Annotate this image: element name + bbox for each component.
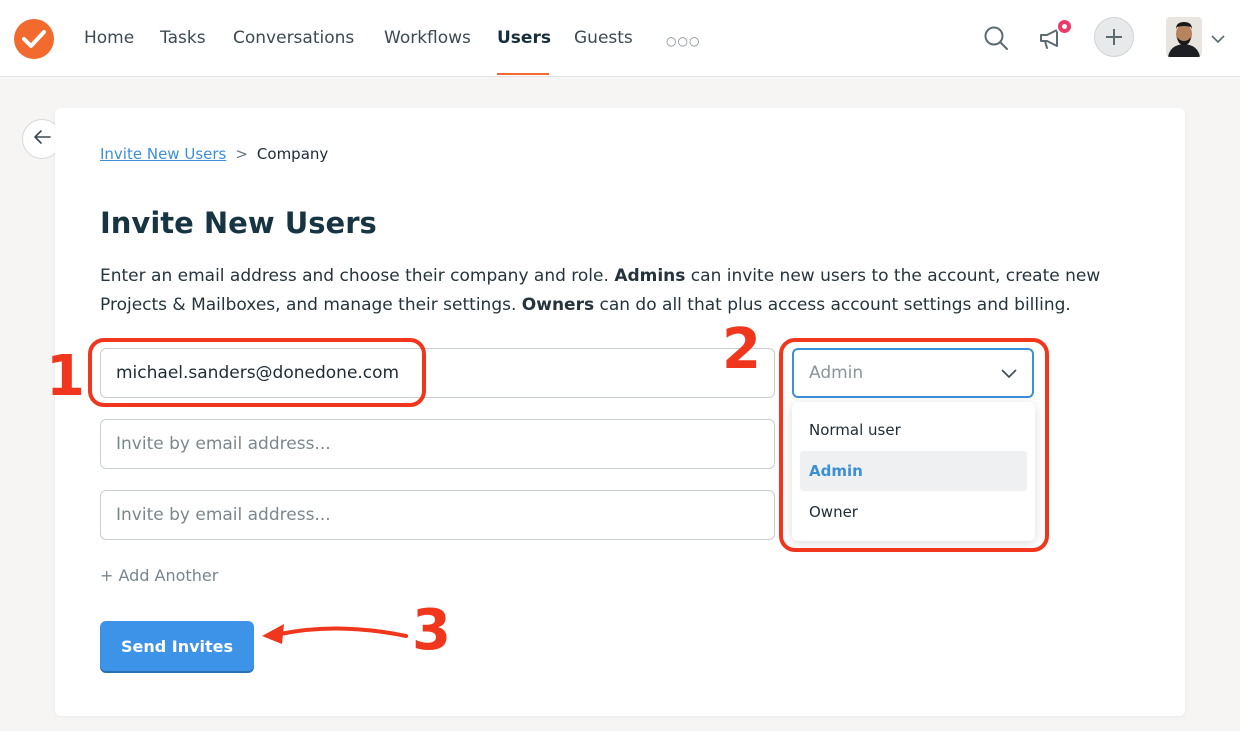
avatar[interactable] xyxy=(1166,17,1202,57)
breadcrumb: Invite New Users > Company xyxy=(100,145,328,163)
add-icon[interactable] xyxy=(1094,17,1134,57)
email-field-2[interactable] xyxy=(100,419,775,469)
breadcrumb-link-invite[interactable]: Invite New Users xyxy=(100,145,226,163)
nav-active-indicator xyxy=(497,73,549,75)
send-invites-button[interactable]: Send Invites xyxy=(100,621,254,671)
role-option-normal-user[interactable]: Normal user xyxy=(800,410,1027,450)
donedone-logo-icon[interactable] xyxy=(14,19,54,59)
nav-workflows[interactable]: Workflows xyxy=(384,28,471,48)
desc-text-3: can do all that plus access account sett… xyxy=(594,295,1071,315)
role-option-owner[interactable]: Owner xyxy=(800,492,1027,532)
desc-text-1: Enter an email address and choose their … xyxy=(100,266,615,286)
nav-conversations[interactable]: Conversations xyxy=(233,28,354,48)
nav-users[interactable]: Users xyxy=(497,28,551,48)
email-field-3[interactable] xyxy=(100,490,775,540)
chevron-down-icon xyxy=(1001,364,1017,383)
top-nav-bar: Home Tasks Conversations Workflows Users… xyxy=(0,0,1240,77)
nav-guests[interactable]: Guests xyxy=(574,28,633,48)
arrow-left-icon xyxy=(32,129,52,149)
breadcrumb-current: Company xyxy=(256,145,329,163)
more-dots-icon[interactable]: ○○○ xyxy=(666,34,700,48)
add-another-link[interactable]: + Add Another xyxy=(100,566,218,585)
role-select-value: Admin xyxy=(809,363,864,383)
role-select[interactable]: Admin xyxy=(792,348,1034,398)
chevron-down-icon[interactable] xyxy=(1210,30,1226,49)
search-icon[interactable] xyxy=(983,25,1009,55)
page-description: Enter an email address and choose their … xyxy=(100,262,1130,320)
nav-tasks[interactable]: Tasks xyxy=(160,28,206,48)
nav-home[interactable]: Home xyxy=(84,28,134,48)
role-option-admin[interactable]: Admin xyxy=(800,451,1027,491)
desc-bold-owners: Owners xyxy=(521,295,595,315)
annotation-arrow-icon xyxy=(262,624,408,644)
annotation-number-1: 1 xyxy=(46,344,85,409)
notification-badge xyxy=(1056,18,1073,35)
email-field-1[interactable] xyxy=(100,348,775,398)
desc-bold-admins: Admins xyxy=(614,266,686,286)
annotation-number-2: 2 xyxy=(722,317,761,382)
breadcrumb-separator: > xyxy=(235,145,248,163)
role-dropdown-menu: Normal user Admin Owner xyxy=(792,402,1035,541)
page-title: Invite New Users xyxy=(100,206,377,240)
